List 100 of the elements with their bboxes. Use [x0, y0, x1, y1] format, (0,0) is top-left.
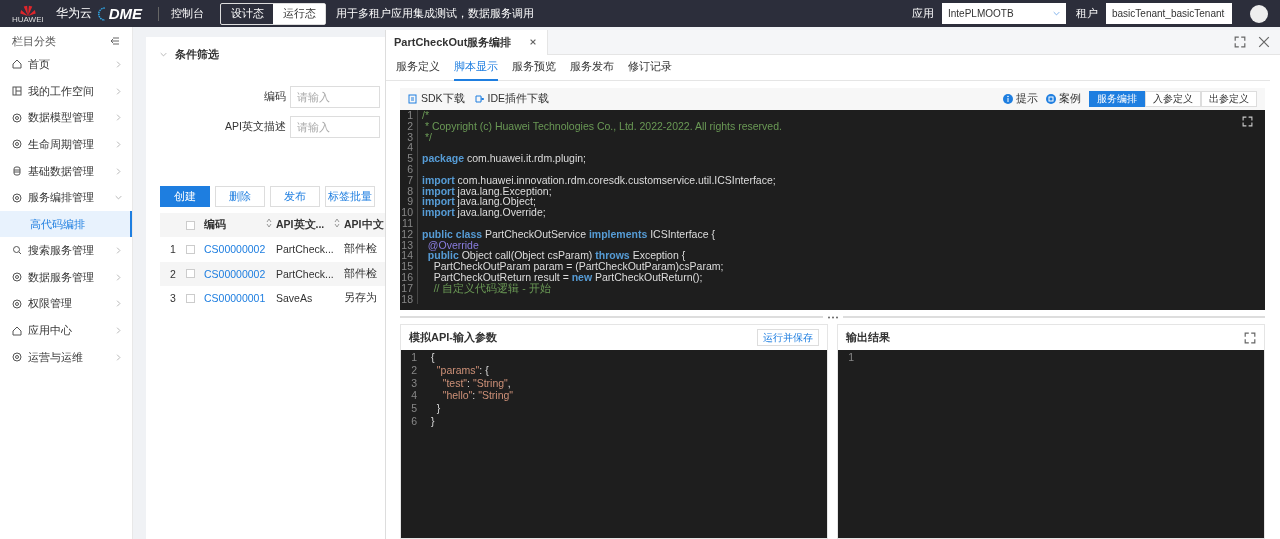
sidebar-item[interactable]: 我的工作空间: [0, 77, 132, 105]
segment-tab[interactable]: 服务编排: [1089, 91, 1145, 107]
code-line: import java.lang.Override;: [422, 207, 546, 218]
action-button[interactable]: 创建: [160, 186, 210, 207]
segment-tab[interactable]: 出参定义: [1201, 91, 1257, 107]
code-line: import java.lang.Exception;: [422, 185, 552, 197]
line-number: 2: [400, 120, 418, 132]
segment-tab[interactable]: 入参定义: [1145, 91, 1201, 107]
line-number: 18: [400, 293, 418, 305]
code-line: public class PartCheckOutService implements ICSInterface {: [422, 228, 715, 240]
table-cell: 部件检: [344, 242, 377, 255]
sidebar-item[interactable]: 数据模型管理: [0, 104, 132, 132]
tab[interactable]: 脚本显示: [454, 54, 498, 81]
code-line: public Object call(Object csParam) throws Exception {: [426, 250, 686, 262]
mode-tab[interactable]: 运行态: [273, 3, 326, 24]
checkbox[interactable]: [186, 294, 195, 303]
panel-tab[interactable]: PartCheckOut服务编排: [386, 29, 549, 55]
sidebar-item[interactable]: 权限管理: [0, 290, 132, 318]
sidebar-item[interactable]: 运营与运维: [0, 343, 132, 371]
line-number: 14: [400, 250, 418, 262]
collapse-icon[interactable]: [110, 36, 120, 46]
column-header: API中文: [344, 218, 384, 230]
row-number: 3: [169, 292, 177, 305]
tab[interactable]: 服务发布: [570, 54, 614, 81]
circle-icon: [12, 352, 22, 363]
input-editor[interactable]: 1 { 2 "params": { 3 "test": "String", 4 "hello": "String" 5 } 6 }: [401, 350, 827, 538]
code-line: "params": {: [435, 363, 489, 377]
circle-icon: [12, 139, 22, 150]
line-number: 10: [400, 207, 418, 218]
action-button[interactable]: 标签批量: [325, 186, 375, 207]
sidebar-item[interactable]: 搜索服务管理: [0, 237, 132, 264]
code-editor[interactable]: [400, 110, 1265, 310]
mode-tab[interactable]: 设计态: [221, 3, 274, 24]
sidebar-item[interactable]: 服务编排管理: [0, 184, 132, 212]
tenant-select[interactable]: basicTenant_basicTenant: [1106, 3, 1232, 24]
code-line: "test": "String",: [441, 376, 511, 390]
line-number: 17: [400, 282, 418, 294]
grid-icon: [12, 86, 22, 97]
database-icon: [12, 166, 22, 177]
line-number: 12: [400, 228, 418, 240]
run-save-button[interactable]: 运行并保存: [757, 329, 819, 346]
code-line: package com.huawei.it.rdm.plugin;: [422, 153, 586, 164]
input-field[interactable]: 请输入: [290, 116, 380, 138]
sidebar-item[interactable]: 数据服务管理: [0, 263, 132, 291]
table-cell: PartCheck...: [276, 243, 334, 256]
brand-name: 华为云: [55, 5, 92, 22]
fullscreen-icon[interactable]: [1234, 36, 1246, 48]
action-button[interactable]: 删除: [215, 186, 265, 207]
code-line: * Copyright (c) Huawei Technologies Co., Ltd. 2022-2022. All rights reserved.: [423, 120, 782, 132]
line-number: 4: [400, 142, 418, 154]
tenant-label: 租户: [1076, 6, 1098, 21]
sidebar-item[interactable]: 首页: [0, 51, 132, 78]
line-number: 5: [410, 402, 418, 415]
code-line: import com.huawei.innovation.rdm.coresdk.customservice.util.ICSInterface;: [422, 174, 776, 186]
code-link[interactable]: CS00000002: [204, 267, 266, 280]
plugin-icon: [474, 94, 485, 104]
table-cell: PartCheck...: [276, 267, 334, 280]
line-number: 3: [410, 376, 418, 390]
fullscreen-icon[interactable]: [1244, 331, 1256, 344]
toolbar-link[interactable]: SDK下载: [408, 92, 465, 106]
sidebar-item[interactable]: 应用中心: [0, 317, 132, 344]
code-link[interactable]: CS00000001: [204, 292, 266, 305]
tab[interactable]: 服务预览: [512, 54, 556, 81]
circle-icon: [12, 298, 22, 309]
code-line: {: [431, 351, 435, 364]
close-icon[interactable]: [1258, 36, 1270, 48]
drag-handle-icon[interactable]: [826, 315, 839, 319]
console-link[interactable]: 控制台: [171, 6, 205, 21]
sidebar-subitem[interactable]: 高代码编排: [0, 211, 132, 238]
code-line: import java.lang.Object;: [422, 196, 536, 208]
example-link[interactable]: 案例: [1046, 92, 1081, 106]
line-number: 4: [410, 389, 418, 403]
checkbox[interactable]: [186, 220, 195, 230]
code-line: /*: [422, 110, 429, 121]
code-link[interactable]: CS00000002: [204, 243, 266, 256]
sidebar-item[interactable]: 生命周期管理: [0, 131, 132, 158]
column-header: 编码: [204, 218, 226, 232]
output-editor[interactable]: 1: [838, 350, 1264, 538]
toolbar-link[interactable]: IDE插件下载: [474, 92, 550, 106]
tab[interactable]: 修订记录: [628, 54, 672, 81]
sidebar-title: 栏目分类: [12, 33, 56, 49]
app-select[interactable]: IntePLMOOTB: [942, 3, 1066, 24]
tab[interactable]: 服务定义: [396, 54, 440, 81]
input-field[interactable]: 请输入: [290, 86, 380, 108]
line-number: 6: [400, 164, 418, 175]
code-line: */: [423, 131, 432, 143]
house-icon: [12, 59, 22, 70]
line-number: 8: [400, 185, 418, 197]
line-number: 16: [400, 271, 418, 283]
code-line: PartCheckOutParam param = (PartCheckOutParam)csParam;: [433, 261, 724, 272]
hint-link[interactable]: 提示: [1003, 92, 1038, 106]
line-number: 15: [400, 261, 418, 272]
circle-icon: [12, 192, 22, 203]
sidebar-item[interactable]: 基础数据管理: [0, 157, 132, 185]
table-cell: SaveAs: [276, 292, 313, 305]
avatar[interactable]: [1250, 4, 1268, 23]
checkbox[interactable]: [186, 244, 195, 254]
action-button[interactable]: 发布: [270, 186, 320, 207]
ring-logo-icon: [97, 5, 107, 22]
checkbox[interactable]: [186, 269, 195, 279]
